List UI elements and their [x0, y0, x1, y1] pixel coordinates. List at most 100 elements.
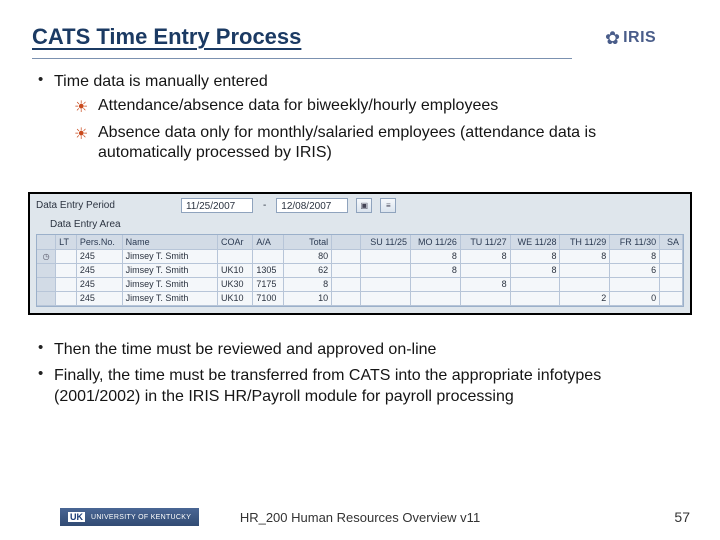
cell-pers: 245 [76, 249, 122, 263]
cell-coar: UK10 [218, 291, 253, 305]
col-pers: Pers.No. [76, 235, 122, 249]
cell-fr: 6 [610, 263, 660, 277]
cell-total: 62 [284, 263, 332, 277]
cell-fr: 0 [610, 291, 660, 305]
sap-period-row: Data Entry Period 11/25/2007 - 12/08/200… [36, 198, 684, 213]
cell-tu: 8 [460, 277, 510, 291]
table-row[interactable]: 245 Jimsey T. Smith UK30 7175 8 8 [37, 277, 683, 291]
cell-aa: 7100 [253, 291, 284, 305]
cell-coar: UK30 [218, 277, 253, 291]
subbullet-absence: ☀ Absence data only for monthly/salaried… [72, 123, 690, 164]
sap-period-dash: - [261, 200, 268, 211]
cell-tu [460, 263, 510, 277]
cell-su [361, 263, 411, 277]
cell-we [510, 277, 560, 291]
cell-name: Jimsey T. Smith [122, 263, 217, 277]
footer-center-text: HR_200 Human Resources Overview v11 [240, 510, 480, 525]
bullet-reviewed: Then the time must be reviewed and appro… [34, 340, 690, 360]
cell-we [510, 291, 560, 305]
save-icon[interactable]: ▣ [356, 198, 372, 213]
uk-mark: UK [68, 512, 85, 522]
col-su: SU 11/25 [361, 235, 411, 249]
table-row[interactable]: ◷ 245 Jimsey T. Smith 80 8 8 8 8 8 [37, 249, 683, 263]
col-we: WE 11/28 [510, 235, 560, 249]
cell-name: Jimsey T. Smith [122, 291, 217, 305]
cell-total: 8 [284, 277, 332, 291]
bullet-text: Then the time must be reviewed and appro… [54, 341, 436, 358]
col-selector[interactable] [37, 235, 56, 249]
bullet-text: Time data is manually entered [54, 73, 268, 90]
table-row[interactable]: 245 Jimsey T. Smith UK10 1305 62 8 8 6 [37, 263, 683, 277]
cell-aa: 1305 [253, 263, 284, 277]
cell-tu [460, 291, 510, 305]
cell-mo [411, 291, 461, 305]
cell-we: 8 [510, 249, 560, 263]
cell-pers: 245 [76, 291, 122, 305]
cell-su [361, 249, 411, 263]
cell-th [560, 263, 610, 277]
sap-grid: LT Pers.No. Name COAr A/A Total SU 11/25… [36, 234, 684, 307]
cell-mo: 8 [411, 263, 461, 277]
content-top: Time data is manually entered ☀ Attendan… [34, 72, 690, 170]
clock-icon: ◷ [43, 252, 50, 261]
col-tu: TU 11/27 [460, 235, 510, 249]
cell-mo: 8 [411, 249, 461, 263]
cell-total: 10 [284, 291, 332, 305]
subbullet-text: Absence data only for monthly/salaried e… [98, 124, 596, 161]
cell-th: 8 [560, 249, 610, 263]
cell-name: Jimsey T. Smith [122, 277, 217, 291]
bullet-time-data: Time data is manually entered ☀ Attendan… [34, 72, 690, 164]
table-row[interactable]: 245 Jimsey T. Smith UK10 7100 10 2 0 [37, 291, 683, 305]
sap-period-from[interactable]: 11/25/2007 [181, 198, 253, 213]
col-name: Name [122, 235, 217, 249]
col-coar: COAr [218, 235, 253, 249]
col-sa: SA [660, 235, 683, 249]
cell-total: 80 [284, 249, 332, 263]
cell-su [361, 277, 411, 291]
sap-area-label: Data Entry Area [50, 219, 684, 230]
cell-fr: 8 [610, 249, 660, 263]
footer: UK UNIVERSITY OF KENTUCKY HR_200 Human R… [0, 508, 720, 526]
slide-title: CATS Time Entry Process [32, 24, 301, 50]
cell-fr [610, 277, 660, 291]
cell-aa: 7175 [253, 277, 284, 291]
sap-screenshot: Data Entry Period 11/25/2007 - 12/08/200… [28, 192, 692, 315]
cell-aa [253, 249, 284, 263]
col-fr: FR 11/30 [610, 235, 660, 249]
uk-logo: UK UNIVERSITY OF KENTUCKY [60, 508, 199, 526]
cell-th: 2 [560, 291, 610, 305]
subbullet-attendance: ☀ Attendance/absence data for biweekly/h… [72, 96, 690, 116]
cell-sa [660, 277, 683, 291]
cell-coar [218, 249, 253, 263]
col-total: Total [284, 235, 332, 249]
uk-org-text: UNIVERSITY OF KENTUCKY [91, 514, 191, 521]
cell-sa [660, 291, 683, 305]
burst-icon: ☀ [74, 98, 88, 118]
sap-period-label: Data Entry Period [36, 200, 115, 211]
cell-pers: 245 [76, 263, 122, 277]
cell-th [560, 277, 610, 291]
cell-name: Jimsey T. Smith [122, 249, 217, 263]
col-aa: A/A [253, 235, 284, 249]
cell-su [361, 291, 411, 305]
cell-mo [411, 277, 461, 291]
col-lt: LT [56, 235, 77, 249]
title-underline [32, 58, 572, 59]
cell-coar: UK10 [218, 263, 253, 277]
subbullet-text: Attendance/absence data for biweekly/hou… [98, 97, 498, 114]
cell-sa [660, 249, 683, 263]
iris-logo-text: IRIS [623, 29, 656, 47]
cell-sa [660, 263, 683, 277]
bullet-text: Finally, the time must be transferred fr… [54, 367, 601, 404]
content-bottom: Then the time must be reviewed and appro… [34, 340, 690, 413]
iris-logo: ✿ IRIS [605, 22, 690, 54]
cell-pers: 245 [76, 277, 122, 291]
cell-we: 8 [510, 263, 560, 277]
page-number: 57 [674, 509, 690, 525]
iris-flower-icon: ✿ [605, 28, 620, 49]
list-icon[interactable]: ≡ [380, 198, 396, 213]
burst-icon: ☀ [74, 125, 88, 145]
sap-period-to[interactable]: 12/08/2007 [276, 198, 348, 213]
col-th: TH 11/29 [560, 235, 610, 249]
cell-tu: 8 [460, 249, 510, 263]
